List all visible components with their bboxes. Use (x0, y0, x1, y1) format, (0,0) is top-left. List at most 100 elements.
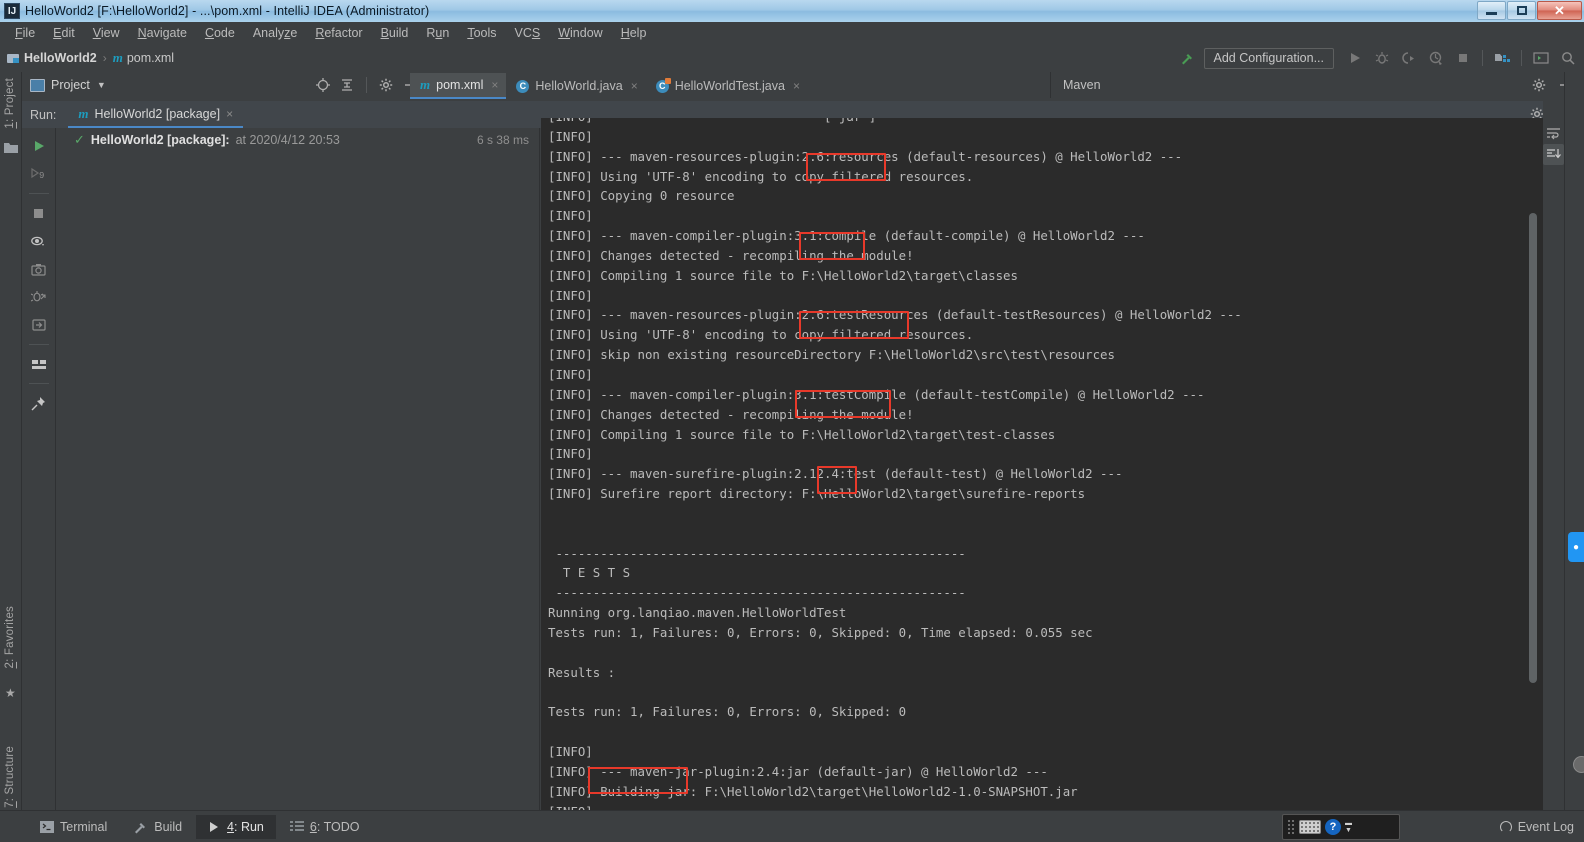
project-panel-title[interactable]: Project (51, 78, 90, 92)
project-structure-icon[interactable] (1490, 47, 1514, 69)
console-line: Results : (548, 664, 616, 680)
menu-analyze[interactable]: Analyze (244, 24, 306, 42)
help-question-icon[interactable]: ? (1325, 819, 1341, 835)
rerun-failed-icon[interactable]: 9 (26, 162, 52, 186)
console-line: [INFO] Building jar: F:\HelloWorld2\targ… (548, 783, 1078, 799)
drag-grip-icon[interactable] (1287, 819, 1295, 835)
console-line: [INFO] --- maven-compiler-plugin:3.1:com… (548, 228, 1145, 244)
tab-pom-xml[interactable]: m pom.xml × (410, 73, 507, 99)
sidebar-item-structure[interactable]: 7: Structure (4, 746, 16, 808)
rerun-icon[interactable] (26, 134, 52, 158)
run-tree-area[interactable] (56, 152, 540, 810)
stop-icon[interactable] (26, 201, 52, 225)
toggle-filter-icon[interactable] (26, 229, 52, 253)
menu-refactor[interactable]: Refactor (306, 24, 371, 42)
menu-vcs[interactable]: VCS (506, 24, 550, 42)
close-icon[interactable]: × (793, 79, 800, 93)
menu-view[interactable]: View (84, 24, 129, 42)
menu-navigate[interactable]: Navigate (129, 24, 196, 42)
maximize-button[interactable] (1507, 1, 1536, 20)
right-tool-window-stripe: ● (1564, 72, 1584, 810)
terminal-icon[interactable] (1529, 47, 1553, 69)
export-snapshot-icon[interactable] (26, 257, 52, 281)
scroll-to-end-icon[interactable] (26, 313, 52, 337)
scroll-from-source-icon[interactable] (314, 76, 332, 94)
collapse-all-icon[interactable] (338, 76, 356, 94)
keyboard-icon[interactable] (1299, 820, 1321, 834)
close-icon[interactable]: × (491, 78, 498, 92)
console-line: ----------------------------------------… (548, 545, 966, 561)
profiler-icon[interactable] (1424, 47, 1448, 69)
debug-bug-icon[interactable] (1370, 47, 1394, 69)
console-line: [INFO] (548, 366, 593, 382)
layout-icon[interactable] (26, 352, 52, 376)
close-icon[interactable]: × (226, 107, 233, 121)
window-title: HelloWorld2 [F:\HelloWorld2] - ...\pom.x… (25, 4, 430, 18)
notification-tag-icon[interactable]: ● (1568, 532, 1584, 562)
scroll-to-end-icon[interactable] (1543, 144, 1564, 165)
breadcrumb-file[interactable]: pom.xml (127, 51, 174, 65)
drag-handle-circle-icon[interactable] (1573, 756, 1584, 773)
event-log-icon (1499, 820, 1512, 833)
bottom-item-label: 6: TODO (309, 819, 360, 834)
maven-panel-title[interactable]: Maven (1063, 78, 1101, 92)
console-scrollbar[interactable] (1529, 213, 1537, 683)
console-line: [INFO] Changes detected - recompiling th… (548, 406, 914, 422)
bottom-item-terminal[interactable]: Terminal (28, 815, 119, 839)
menu-code[interactable]: Code (196, 24, 244, 42)
thread-dump-icon[interactable] (26, 285, 52, 309)
menu-window[interactable]: Window (549, 24, 611, 42)
window-controls: ✕ (1477, 1, 1582, 20)
intellij-idea-window: IJ HelloWorld2 [F:\HelloWorld2] - ...\po… (0, 0, 1584, 842)
run-tab-helloworld2-package[interactable]: m HelloWorld2 [package] × (68, 102, 244, 128)
gear-icon[interactable] (1530, 76, 1548, 94)
tab-helloworldtest-java[interactable]: C HelloWorldTest.java × (646, 73, 808, 99)
run-tab-label: HelloWorld2 [package] (94, 107, 221, 121)
menu-tools[interactable]: Tools (458, 24, 505, 42)
console-line: [INFO] (548, 287, 593, 303)
run-summary-row[interactable]: ✓ HelloWorld2 [package]: at 2020/4/12 20… (56, 128, 540, 152)
console-line: [INFO] Using 'UTF-8' encoding to copy fi… (548, 327, 974, 343)
pin-tab-icon[interactable] (26, 391, 52, 415)
maven-m-icon: m (112, 50, 123, 65)
sidebar-item-favorites[interactable]: 2: Favorites (4, 606, 16, 669)
console-output[interactable]: [INFO] ------------------------------[ j… (541, 118, 1543, 810)
tab-helloworld-java[interactable]: C HelloWorld.java × (506, 73, 645, 99)
menu-help[interactable]: Help (612, 24, 656, 42)
bottom-item-build[interactable]: Build (121, 815, 194, 839)
search-everywhere-icon[interactable] (1556, 47, 1580, 69)
run-with-coverage-icon[interactable] (1397, 47, 1421, 69)
menu-run[interactable]: Run (417, 24, 458, 42)
close-button[interactable]: ✕ (1537, 1, 1582, 20)
minimize-button[interactable] (1477, 1, 1506, 20)
svg-text:9: 9 (39, 171, 44, 181)
menu-build[interactable]: Build (372, 24, 418, 42)
hammer-icon[interactable] (1175, 47, 1199, 69)
chevron-down-icon[interactable]: ▼ (97, 80, 106, 90)
bottom-item-run[interactable]: 4: Run (196, 814, 276, 839)
left-tool-window-stripe: 1: Project 2: Favorites ★ 7: Structure (0, 72, 22, 838)
soft-wrap-icon[interactable] (1543, 123, 1564, 144)
event-log-button[interactable]: Event Log (1499, 820, 1574, 834)
menu-file[interactable]: File (6, 24, 44, 42)
chevron-down-icon[interactable]: ▬ ▼ (1345, 820, 1352, 834)
module-icon (7, 52, 20, 64)
console-line: [INFO] --- maven-jar-plugin:2.4:jar (def… (548, 763, 1048, 779)
star-icon: ★ (5, 686, 16, 700)
close-icon[interactable]: × (631, 79, 638, 93)
ime-language-bar[interactable]: ? ▬ ▼ (1282, 814, 1400, 840)
console-line: T E S T S (548, 565, 631, 581)
menu-edit[interactable]: Edit (44, 24, 84, 42)
breadcrumb-module[interactable]: HelloWorld2 (24, 51, 97, 65)
java-test-class-icon: C (655, 77, 671, 93)
console-line: [INFO] Compiling 1 source file to F:\Hel… (548, 426, 1056, 442)
console-line: [INFO] --- maven-compiler-plugin:3.1:tes… (548, 386, 1205, 402)
add-configuration-button[interactable]: Add Configuration... (1203, 47, 1334, 69)
console-line: [INFO] (548, 446, 593, 462)
run-play-icon[interactable] (1343, 47, 1367, 69)
stop-square-icon[interactable] (1451, 47, 1475, 69)
bottom-item-todo[interactable]: 6: TODO (278, 815, 372, 839)
sidebar-item-project[interactable]: 1: Project (4, 78, 16, 129)
gear-icon[interactable] (377, 76, 395, 94)
